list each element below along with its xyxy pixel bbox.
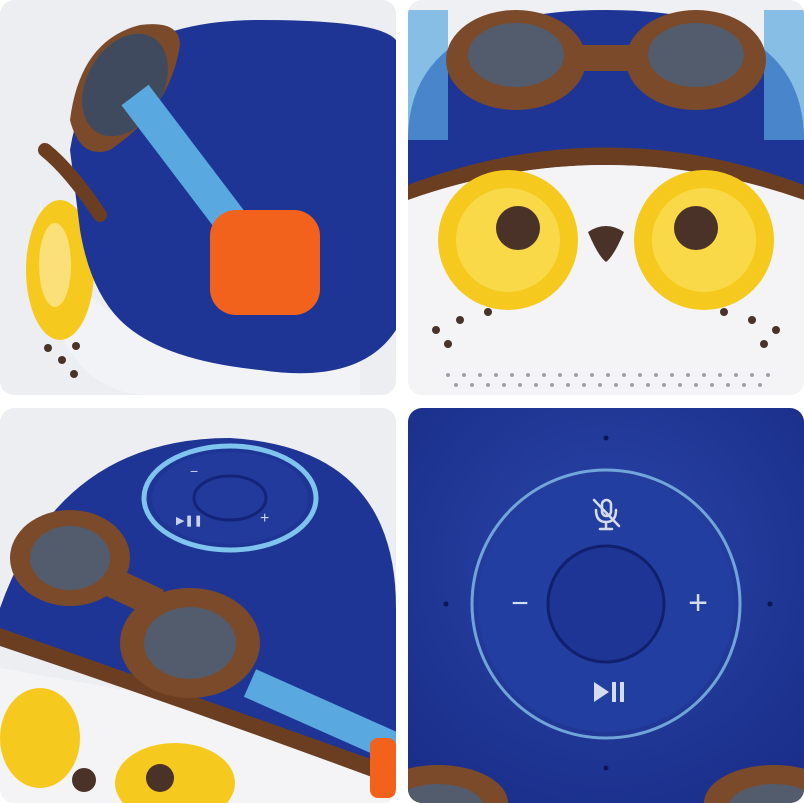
side-view-image xyxy=(0,0,396,395)
center-action-button[interactable] xyxy=(546,544,666,664)
volume-down-button[interactable]: − xyxy=(511,587,529,620)
top-plus-label: + xyxy=(260,510,269,527)
panel-control-closeup: − + xyxy=(408,408,804,803)
top-play-pause-label: ▶❚❚ xyxy=(176,515,203,527)
panel-front-view xyxy=(408,0,804,395)
volume-up-button[interactable]: + xyxy=(688,584,708,622)
front-view-image xyxy=(408,0,804,395)
panel-side-view xyxy=(0,0,396,395)
top-angle-view-image: − + ▶❚❚ xyxy=(0,408,396,803)
control-closeup-image: − + xyxy=(408,408,804,803)
panel-top-angle-view: − + ▶❚❚ xyxy=(0,408,396,803)
top-minus-label: − xyxy=(190,463,198,479)
